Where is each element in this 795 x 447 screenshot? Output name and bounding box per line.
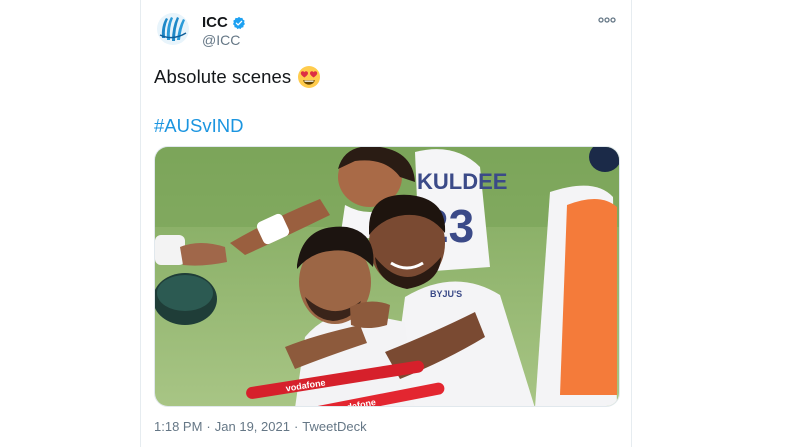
tweet-meta: 1:18 PM · Jan 19, 2021 · TweetDeck	[154, 419, 367, 434]
tweet-date[interactable]: Jan 19, 2021	[215, 419, 290, 434]
celebration-photo: KULDEE 23 BYJU'S vodafone vodafone	[155, 147, 619, 406]
more-options-icon[interactable]	[597, 13, 617, 27]
tweet-time[interactable]: 1:18 PM	[154, 419, 202, 434]
tweet-text-content: Absolute scenes	[154, 66, 292, 87]
tweet-photo[interactable]: KULDEE 23 BYJU'S vodafone vodafone	[154, 146, 620, 407]
tweet-card: ICC @ICC Absolute scenes #AUSvIND KULDEE…	[140, 0, 632, 447]
verified-badge-icon	[232, 16, 245, 29]
tweet-text: Absolute scenes	[154, 65, 321, 89]
icc-logo-icon	[155, 11, 191, 47]
display-name[interactable]: ICC	[202, 14, 246, 31]
meta-separator: ·	[206, 419, 211, 434]
handle[interactable]: @ICC	[202, 32, 240, 48]
hashtag-link[interactable]: #AUSvIND	[154, 115, 243, 137]
tweet-source[interactable]: TweetDeck	[302, 419, 366, 434]
jersey-name: KULDEE	[417, 169, 507, 194]
sponsor-text: BYJU'S	[430, 289, 462, 299]
meta-separator-2: ·	[293, 419, 299, 434]
heart-eyes-emoji-icon	[298, 66, 321, 88]
avatar[interactable]	[155, 11, 191, 47]
display-name-label: ICC	[202, 14, 228, 31]
